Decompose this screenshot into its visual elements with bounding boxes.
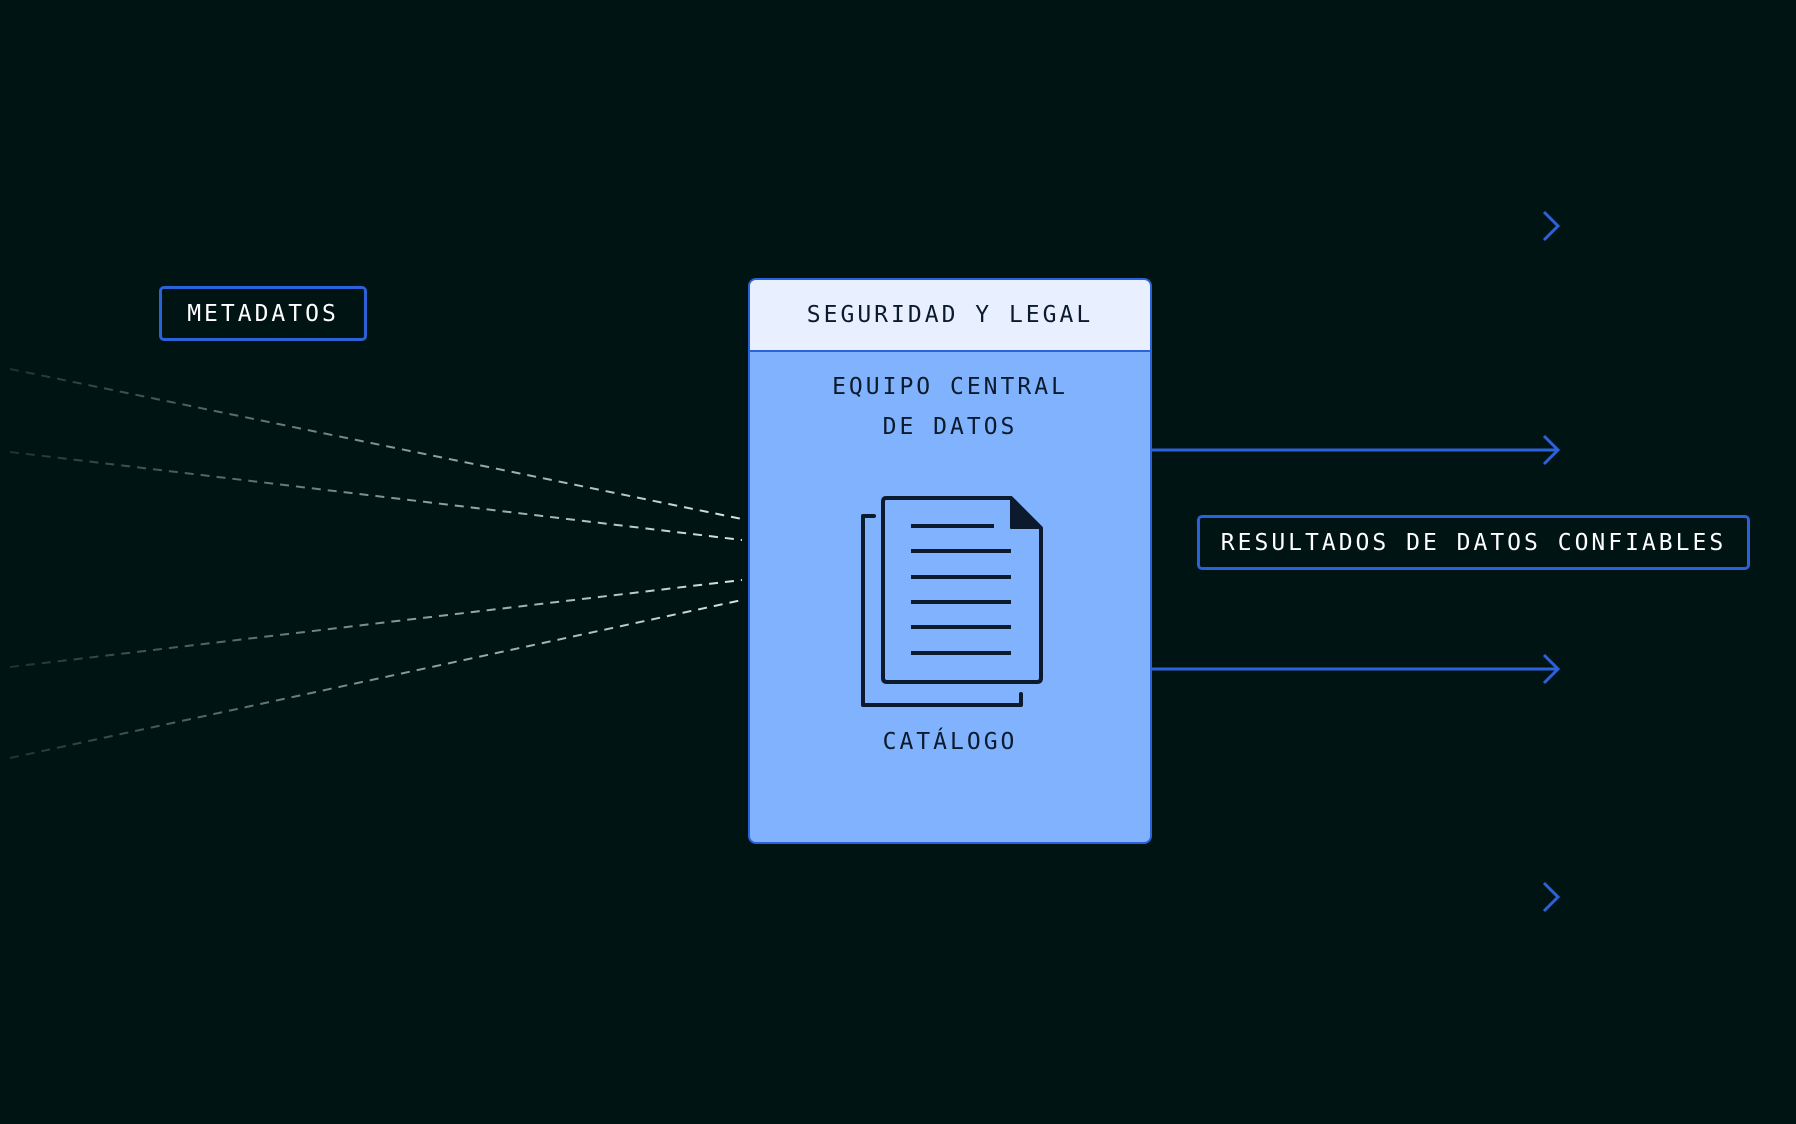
metadata-dashed-lines [9, 368, 743, 759]
central-team-title-line-1: EQUIPO CENTRAL [832, 374, 1068, 400]
central-team-title-line-2: DE DATOS [882, 414, 1018, 440]
metadata-dashed-line [9, 451, 743, 541]
security-legal-header: SEGURIDAD Y LEGAL [750, 280, 1150, 352]
catalog-label: CATÁLOGO [882, 729, 1018, 755]
metadata-label: METADATOS [159, 286, 367, 341]
metadata-dashed-line [9, 579, 743, 668]
diagram-canvas: METADATOS RESULTADOS DE DATOS CONFIABLES… [0, 0, 1796, 1124]
trusted-outputs-label: RESULTADOS DE DATOS CONFIABLES [1197, 515, 1750, 570]
document-stack-icon [861, 496, 1043, 707]
catalog-box: SEGURIDAD Y LEGAL EQUIPO CENTRAL DE DATO… [748, 278, 1152, 844]
